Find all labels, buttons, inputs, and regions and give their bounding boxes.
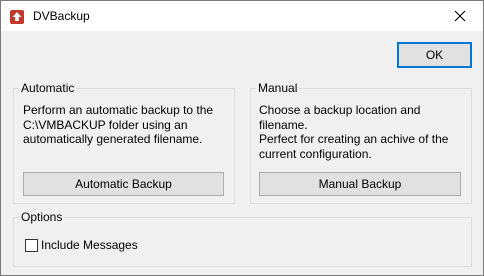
manual-backup-button[interactable]: Manual Backup [259,172,461,196]
upload-icon [9,9,25,25]
automatic-legend: Automatic [21,81,75,95]
options-legend: Options [21,210,63,224]
manual-legend: Manual [258,81,298,95]
dvbackup-dialog: DVBackup OK Automatic Perform an automat… [0,0,484,276]
automatic-backup-button[interactable]: Automatic Backup [23,172,224,196]
ok-button[interactable]: OK [397,42,472,68]
automatic-description: Perform an automatic backup to the C:\VM… [23,103,214,146]
close-button[interactable] [437,1,483,31]
manual-description: Choose a backup location and filename. P… [259,103,449,161]
window-title: DVBackup [33,9,90,23]
include-messages-label[interactable]: Include Messages [41,238,138,252]
include-messages-checkbox[interactable] [25,239,38,252]
title-bar[interactable]: DVBackup [1,1,483,31]
close-icon [454,10,466,22]
